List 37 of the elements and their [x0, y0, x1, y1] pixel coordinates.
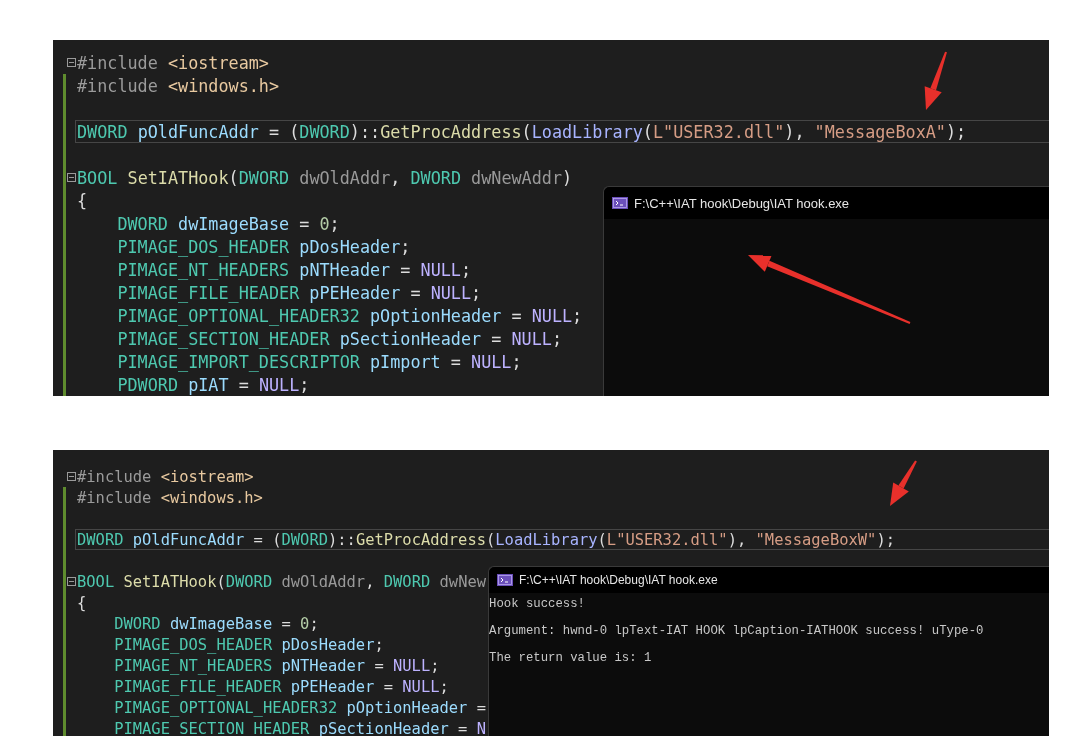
- console-output-line: Hook success!: [489, 597, 586, 612]
- code-line: PIMAGE_FILE_HEADER pPEHeader = NULL;: [116, 281, 482, 304]
- code-line: PIMAGE_NT_HEADERS pNTHeader = NULL;: [116, 258, 472, 281]
- code-line: #include <windows.h>: [76, 487, 263, 508]
- code-line: PIMAGE_NT_HEADERS pNTHeader = NULL;: [113, 655, 440, 676]
- code-line: #include <windows.h>: [76, 74, 280, 97]
- code-line: BOOL SetIATHook(DWORD dwOldAddr, DWORD dwNewAddr): [76, 166, 573, 189]
- code-line: PIMAGE_DOS_HEADER pDosHeader;: [116, 235, 411, 258]
- code-line: PIMAGE_SECTION_HEADER pSectionHeader = NULL;: [116, 327, 562, 350]
- current-code-line: DWORD pOldFuncAddr = (DWORD)::GetProcAddress(LoadLibrary(L"USER32.dll"), "MessageBoxW");: [75, 529, 1049, 550]
- code-line: {: [76, 189, 88, 212]
- code-line: PIMAGE_IMPORT_DESCRIPTOR pImport = NULL;: [116, 350, 522, 373]
- code-line: #include <iostream>: [76, 466, 254, 487]
- collapse-icon[interactable]: [67, 577, 76, 586]
- collapse-icon[interactable]: [67, 58, 76, 67]
- console-title: F:\C++\IAT hook\Debug\IAT hook.exe: [634, 195, 850, 211]
- console-output-line: The return value is: 1: [489, 650, 653, 666]
- annotation-arrow: [890, 460, 917, 506]
- current-code-line: DWORD pOldFuncAddr = (DWORD)::GetProcAddress(LoadLibrary(L"USER32.dll"), "MessageBoxA");: [75, 120, 1049, 143]
- console-app-icon: [612, 197, 628, 209]
- code-line: BOOL SetIATHook(DWORD dwOldAddr, DWORD dwNew: [76, 571, 486, 592]
- collapse-icon[interactable]: [67, 173, 76, 182]
- annotation-arrow: [924, 51, 947, 110]
- code-line: {: [76, 592, 87, 613]
- code-line: #include <iostream>: [76, 51, 269, 74]
- console-output-line: Argument: hwnd-0 lpText-IAT HOOK lpCaption-IATHOOK success! uType-0: [489, 623, 985, 639]
- code-line: PIMAGE_DOS_HEADER pDosHeader;: [113, 634, 384, 655]
- console-app-icon: [497, 574, 513, 586]
- collapse-icon[interactable]: [67, 472, 76, 481]
- code-line: PIMAGE_OPTIONAL_HEADER32 pOptionHeader = NULL;: [116, 304, 583, 327]
- code-line: DWORD dwImageBase = 0;: [116, 212, 340, 235]
- code-line: DWORD dwImageBase = 0;: [113, 613, 319, 634]
- code-line: PDWORD pIAT = NULL;: [116, 373, 310, 396]
- code-line: PIMAGE_FILE_HEADER pPEHeader = NULL;: [113, 676, 449, 697]
- code-line: PIMAGE_OPTIONAL_HEADER32 pOptionHeader =: [113, 697, 486, 718]
- console-title: F:\C++\IAT hook\Debug\IAT hook.exe: [519, 573, 718, 587]
- code-line: PIMAGE_SECTION_HEADER pSectionHeader = N: [113, 718, 486, 736]
